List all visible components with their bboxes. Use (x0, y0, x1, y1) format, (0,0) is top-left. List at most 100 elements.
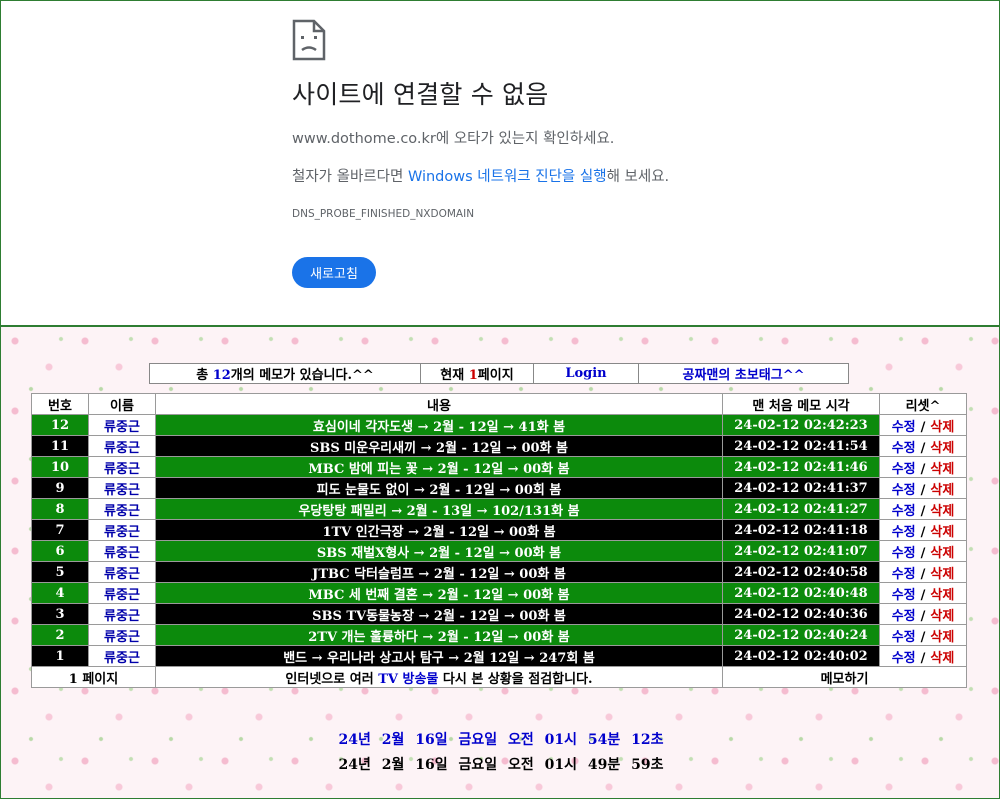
memo-content: SBS TV동물농장 → 2월 - 12일 → 00화 봄 (155, 603, 723, 625)
clock-load-time: 24년 2월 16일 금요일 오전 01시 49분 59초 (338, 757, 664, 773)
delete-link[interactable]: 삭제 (930, 420, 954, 435)
memo-number: 1 (31, 645, 89, 667)
edit-link[interactable]: 수정 (892, 630, 916, 645)
edit-link[interactable]: 수정 (892, 525, 916, 540)
memo-content: SBS 미운우리새끼 → 2월 - 12일 → 00화 봄 (155, 435, 723, 457)
edit-link[interactable]: 수정 (892, 651, 916, 666)
memo-content: MBC 세 번째 결혼 → 2월 - 12일 → 00화 봄 (155, 582, 723, 604)
error-typo-hint: www.dothome.co.kr에 오타가 있는지 확인하세요. (292, 131, 615, 147)
action-separator: / (920, 545, 926, 561)
table-row: 8 류중근 우당탕탕 패밀리 → 2월 - 13일 → 102/131화 봄 24-0… (31, 498, 967, 520)
table-row: 2 류중근 2TV 개는 훌륭하다 → 2월 - 12일 → 00화 봄 24-02-… (31, 624, 967, 646)
memo-number: 12 (31, 414, 89, 436)
memo-actions: 수정 / 삭제 (879, 435, 967, 457)
memo-time: 24-02-12 02:40:24 (722, 624, 880, 646)
memo-author: 류중근 (88, 435, 156, 457)
windows-diagnostic-link[interactable]: Windows 네트워크 진단을 실행 (408, 169, 607, 185)
footer-msg-suffix: 다시 본 상황을 점검합니다. (438, 671, 593, 687)
reset-link[interactable]: 리셋^ (879, 393, 967, 415)
edit-link[interactable]: 수정 (892, 546, 916, 561)
current-suffix: 페이지 (477, 368, 514, 383)
memo-author: 류중근 (88, 603, 156, 625)
memo-number: 5 (31, 561, 89, 583)
delete-link[interactable]: 삭제 (930, 651, 954, 666)
edit-link[interactable]: 수정 (892, 609, 916, 624)
diagnostic-suffix: 해 보세요. (606, 169, 670, 185)
delete-link[interactable]: 삭제 (930, 567, 954, 582)
table-row: 12 류중근 효심이네 각자도생 → 2월 - 12일 → 41화 봄 24-02-1… (31, 414, 967, 436)
table-row: 9 류중근 피도 눈물도 없이 → 2월 - 12일 → 00회 봄 24-02-12… (31, 477, 967, 499)
memo-content: 1TV 인간극장 → 2월 - 12일 → 00화 봄 (155, 519, 723, 541)
memo-actions: 수정 / 삭제 (879, 624, 967, 646)
memo-time: 24-02-12 02:40:36 (722, 603, 880, 625)
memo-actions: 수정 / 삭제 (879, 603, 967, 625)
edit-link[interactable]: 수정 (892, 441, 916, 456)
current-page-number: 1 (468, 368, 478, 383)
login-link[interactable]: Login (533, 363, 639, 384)
edit-link[interactable]: 수정 (892, 567, 916, 582)
tv-broadcast-link[interactable]: TV 방송물 (378, 672, 438, 687)
edit-link[interactable]: 수정 (892, 504, 916, 519)
memo-author: 류중근 (88, 498, 156, 520)
error-code: DNS_PROBE_FINISHED_NXDOMAIN (292, 208, 475, 220)
memo-number: 7 (31, 519, 89, 541)
delete-link[interactable]: 삭제 (930, 441, 954, 456)
table-header-row: 번호 이름 내용 맨 처음 메모 시각 리셋^ (31, 393, 967, 415)
table-row: 6 류중근 SBS 재벌X형사 → 2월 - 12일 → 00화 봄 24-02-12… (31, 540, 967, 562)
current-page-cell: 현재 1페이지 (420, 363, 534, 384)
edit-link[interactable]: 수정 (892, 483, 916, 498)
memo-actions: 수정 / 삭제 (879, 456, 967, 478)
table-row: 7 류중근 1TV 인간극장 → 2월 - 12일 → 00화 봄 24-02-12 … (31, 519, 967, 541)
header-time: 맨 처음 메모 시각 (722, 393, 880, 415)
memo-table: 번호 이름 내용 맨 처음 메모 시각 리셋^ 12 류중근 효심이네 각자도생 →… (31, 393, 967, 688)
memo-author: 류중근 (88, 519, 156, 541)
delete-link[interactable]: 삭제 (930, 525, 954, 540)
table-footer-row: 1 페이지 인터넷으로 여러 TV 방송물 다시 본 상황을 점검합니다. 메모… (31, 666, 967, 688)
memo-time: 24-02-12 02:41:18 (722, 519, 880, 541)
memo-time: 24-02-12 02:42:23 (722, 414, 880, 436)
memo-author: 류중근 (88, 645, 156, 667)
memo-time: 24-02-12 02:41:54 (722, 435, 880, 457)
delete-link[interactable]: 삭제 (930, 462, 954, 477)
memo-author: 류중근 (88, 624, 156, 646)
memo-time: 24-02-12 02:41:46 (722, 456, 880, 478)
memo-actions: 수정 / 삭제 (879, 540, 967, 562)
memo-content: 2TV 개는 훌륭하다 → 2월 - 12일 → 00화 봄 (155, 624, 723, 646)
memo-content: MBC 밤에 피는 꽃 → 2월 - 12일 → 00화 봄 (155, 456, 723, 478)
action-separator: / (920, 629, 926, 645)
reload-button[interactable]: 새로고침 (292, 257, 376, 288)
info-bar: 총 12개의 메모가 있습니다.^^ 현재 1페이지 Login 공짜맨의 초보… (149, 363, 849, 384)
total-count-cell: 총 12개의 메모가 있습니다.^^ (149, 363, 421, 384)
delete-link[interactable]: 삭제 (930, 630, 954, 645)
delete-link[interactable]: 삭제 (930, 504, 954, 519)
tag-tutorial-link[interactable]: 공짜맨의 초보태그^^ (638, 363, 849, 384)
edit-link[interactable]: 수정 (892, 588, 916, 603)
memo-frame: 총 12개의 메모가 있습니다.^^ 현재 1페이지 Login 공짜맨의 초보… (0, 327, 1000, 799)
table-row: 11 류중근 SBS 미운우리새끼 → 2월 - 12일 → 00화 봄 24-02-… (31, 435, 967, 457)
action-separator: / (920, 650, 926, 666)
edit-link[interactable]: 수정 (892, 420, 916, 435)
error-frame: 사이트에 연결할 수 없음 www.dothome.co.kr에 오타가 있는지… (0, 0, 1000, 326)
memo-content: JTBC 닥터슬럼프 → 2월 - 12일 → 00화 봄 (155, 561, 723, 583)
memo-actions: 수정 / 삭제 (879, 477, 967, 499)
memo-author: 류중근 (88, 456, 156, 478)
footer-message: 인터넷으로 여러 TV 방송물 다시 본 상황을 점검합니다. (155, 666, 723, 688)
memo-author: 류중근 (88, 561, 156, 583)
memo-actions: 수정 / 삭제 (879, 519, 967, 541)
error-title: 사이트에 연결할 수 없음 (292, 80, 549, 109)
delete-link[interactable]: 삭제 (930, 609, 954, 624)
write-memo-button[interactable]: 메모하기 (722, 666, 967, 688)
memo-number: 10 (31, 456, 89, 478)
memo-author: 류중근 (88, 582, 156, 604)
action-separator: / (920, 566, 926, 582)
delete-link[interactable]: 삭제 (930, 546, 954, 561)
memo-time: 24-02-12 02:40:48 (722, 582, 880, 604)
memo-time: 24-02-12 02:41:37 (722, 477, 880, 499)
memo-content: 밴드 → 우리나라 상고사 탐구 → 2월 12일 → 247회 봄 (155, 645, 723, 667)
table-row: 4 류중근 MBC 세 번째 결혼 → 2월 - 12일 → 00화 봄 24-02-… (31, 582, 967, 604)
delete-link[interactable]: 삭제 (930, 588, 954, 603)
action-separator: / (920, 503, 926, 519)
memo-number: 3 (31, 603, 89, 625)
edit-link[interactable]: 수정 (892, 462, 916, 477)
delete-link[interactable]: 삭제 (930, 483, 954, 498)
